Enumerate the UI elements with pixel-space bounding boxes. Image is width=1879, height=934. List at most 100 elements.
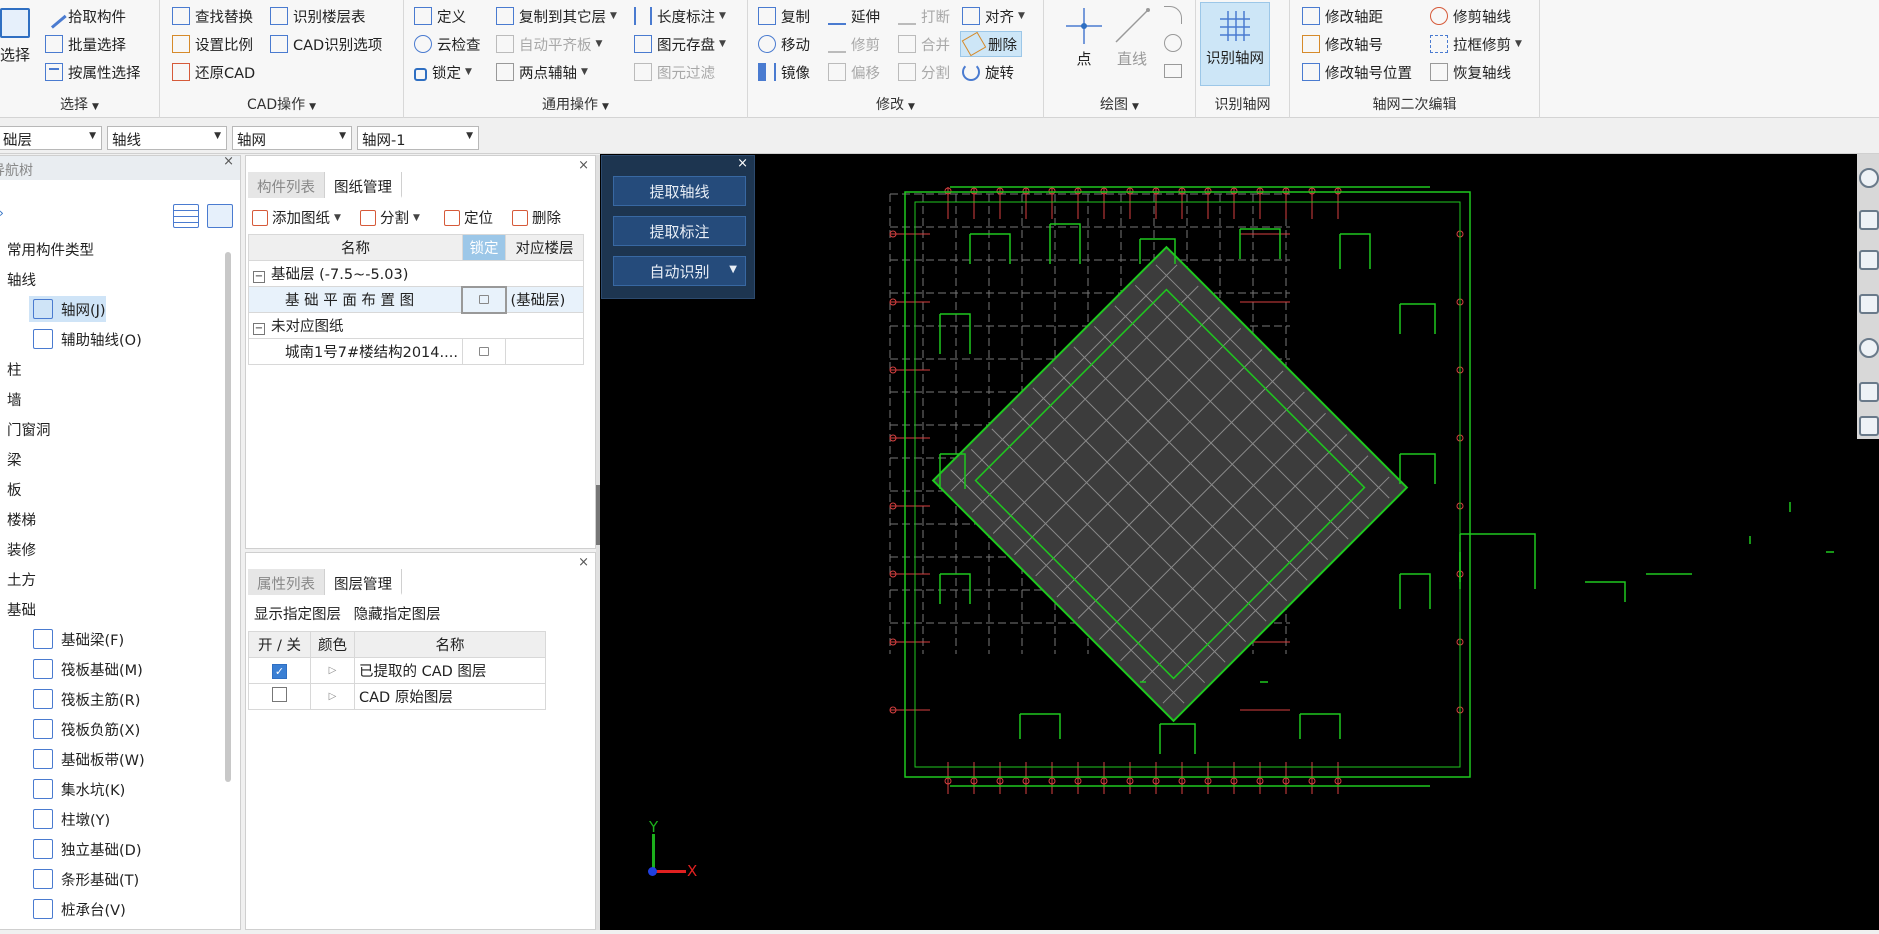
dropdown-arrow-icon[interactable]: ▼ — [581, 67, 588, 77]
collapse-icon[interactable]: − — [253, 323, 265, 336]
define-button[interactable]: 定义 — [414, 3, 466, 29]
tab-component-list[interactable]: 构件列表 — [248, 172, 325, 198]
identify-floor-table-button[interactable]: 识别楼层表 — [270, 3, 366, 29]
orbit-icon[interactable] — [1859, 338, 1879, 358]
nav-item[interactable]: 常用构件类型 — [0, 236, 94, 262]
lock-cell[interactable] — [461, 285, 507, 314]
show-layer-button[interactable]: 显示指定图层 — [254, 607, 341, 623]
mirror-button[interactable]: 镜像 — [758, 59, 810, 85]
nav-item[interactable]: 辅助轴线(O) — [29, 326, 142, 352]
cad-drawing[interactable] — [600, 154, 1879, 930]
table-row[interactable]: − 未对应图纸 — [248, 312, 584, 339]
table-row[interactable]: − 基础层 (-7.5~-5.03) — [248, 260, 584, 287]
close-icon[interactable]: × — [578, 555, 589, 570]
tab-drawing-management[interactable]: 图纸管理 — [325, 172, 402, 198]
group-expand-icon[interactable]: ▼ — [1132, 102, 1139, 112]
dropdown-arrow-icon[interactable]: ▼ — [719, 39, 726, 49]
modify-axis-number-button[interactable]: 修改轴号 — [1302, 31, 1383, 57]
nav-item[interactable]: 桩承台(V) — [29, 896, 126, 922]
group-expand-icon[interactable]: ▼ — [602, 102, 609, 112]
extend-button[interactable]: 延伸 — [828, 3, 880, 29]
view-3d-icon[interactable] — [1859, 210, 1879, 230]
hide-layer-button[interactable]: 隐藏指定图层 — [354, 607, 441, 623]
nav-item[interactable]: 筏板基础(M) — [29, 656, 143, 682]
extract-axis-button[interactable]: 提取轴线 — [613, 176, 746, 206]
merge-button[interactable]: 合并 — [898, 31, 950, 57]
trim-button[interactable]: 修剪 — [828, 31, 880, 57]
group-expand-icon[interactable]: ▼ — [908, 102, 915, 112]
draw-line-button[interactable]: 直线 — [1110, 6, 1154, 69]
nav-item[interactable]: 墙 — [0, 386, 22, 412]
close-icon[interactable]: × — [737, 156, 748, 171]
nav-item[interactable]: 独立基础(D) — [29, 836, 141, 862]
dropdown-arrow-icon[interactable]: ▼ — [413, 213, 420, 223]
element-save-button[interactable]: 图元存盘 ▼ — [634, 31, 726, 57]
rotate-button[interactable]: 旋转 — [962, 59, 1014, 85]
auto-identify-button[interactable]: 自动识别 ▼ — [613, 256, 746, 286]
col-lock[interactable]: 锁定 — [461, 234, 507, 261]
detail-view-icon[interactable] — [207, 204, 233, 228]
dropdown-arrow-icon[interactable]: ▼ — [596, 39, 603, 49]
drawing-name-cell[interactable]: 基 础 平 面 布 置 图 — [248, 286, 463, 313]
select-button[interactable]: 选择 — [0, 8, 34, 65]
color-cell[interactable]: ▷ — [310, 657, 355, 684]
nav-item[interactable]: 门窗洞 — [0, 416, 51, 442]
table-row[interactable]: ✓ ▷ 已提取的 CAD 图层 — [248, 657, 546, 684]
pan-icon[interactable] — [1859, 382, 1879, 402]
element-filter-button[interactable]: 图元过滤 — [634, 59, 715, 85]
collapse-icon[interactable]: − — [253, 270, 265, 283]
length-dimension-button[interactable]: 长度标注 ▼ — [634, 3, 726, 29]
restore-axis-button[interactable]: 恢复轴线 — [1430, 59, 1511, 85]
type-combo[interactable]: 轴网 ▼ — [232, 126, 352, 150]
floor-combo[interactable]: 础层 ▼ — [0, 126, 102, 150]
split-button[interactable]: 分割 — [898, 59, 950, 85]
lock-icon[interactable] — [478, 295, 489, 304]
tab-layer-management[interactable]: 图层管理 — [325, 569, 402, 595]
trim-axis-button[interactable]: 修剪轴线 — [1430, 3, 1511, 29]
break-button[interactable]: 打断 — [898, 3, 950, 29]
category-combo[interactable]: 轴线 ▼ — [107, 126, 227, 150]
nav-item[interactable]: 楼梯 — [0, 506, 36, 532]
box-view-icon[interactable] — [1859, 294, 1879, 314]
lock-cell[interactable] — [461, 338, 507, 365]
copy-to-other-floor-button[interactable]: 复制到其它层 ▼ — [496, 3, 617, 29]
pick-component-button[interactable]: 拾取构件 — [41, 3, 126, 29]
batch-select-button[interactable]: 批量选择 — [45, 31, 126, 57]
color-expand-icon[interactable]: ▷ — [329, 665, 337, 676]
nav-item[interactable]: 柱 — [0, 356, 22, 382]
restore-cad-button[interactable]: 还原CAD — [172, 59, 255, 85]
delete-button[interactable]: 删除 — [960, 31, 1022, 57]
delete-drawing-button[interactable]: 删除 — [512, 207, 561, 228]
zoom-icon[interactable] — [1859, 168, 1879, 188]
split-drawing-button[interactable]: 分割 ▼ — [360, 207, 420, 228]
lock-icon[interactable] — [478, 347, 489, 356]
nav-item[interactable]: 板 — [0, 476, 22, 502]
dropdown-arrow-icon[interactable]: ▼ — [1018, 11, 1025, 21]
nav-item[interactable]: 筏板主筋(R) — [29, 686, 140, 712]
group-row-name[interactable]: − 未对应图纸 — [248, 312, 584, 339]
checkbox-unchecked[interactable] — [272, 687, 287, 702]
nav-item[interactable]: 基础 — [0, 596, 36, 622]
expand-arrow-icon[interactable]: › — [0, 206, 4, 220]
nav-item[interactable]: 装修 — [0, 536, 36, 562]
top-view-icon[interactable] — [1859, 250, 1879, 270]
set-scale-button[interactable]: 设置比例 — [172, 31, 253, 57]
nav-item[interactable]: 集水坑(K) — [29, 776, 125, 802]
move-button[interactable]: 移动 — [758, 31, 810, 57]
close-icon[interactable]: × — [223, 154, 234, 169]
rectangle-icon[interactable] — [1164, 64, 1182, 78]
box-trim-button[interactable]: 拉框修剪 ▼ — [1430, 31, 1522, 57]
drawing-name-cell[interactable]: 城南1号7#楼结构2014.... — [248, 338, 463, 365]
toggle-cell[interactable] — [248, 683, 311, 710]
color-expand-icon[interactable]: ▷ — [329, 691, 337, 702]
instance-combo[interactable]: 轴网-1 ▼ — [357, 126, 479, 150]
nav-item[interactable]: 筏板负筋(X) — [29, 716, 140, 742]
lock-button[interactable]: 锁定 ▼ — [414, 59, 472, 85]
cloud-check-button[interactable]: 云检查 — [414, 31, 481, 57]
dropdown-arrow-icon[interactable]: ▼ — [610, 11, 617, 21]
color-cell[interactable]: ▷ — [310, 683, 355, 710]
locate-drawing-button[interactable]: 定位 — [444, 207, 493, 228]
display-settings-icon[interactable] — [1859, 416, 1879, 436]
cad-drawing-canvas[interactable]: Y X — [600, 154, 1879, 930]
extract-label-button[interactable]: 提取标注 — [613, 216, 746, 246]
